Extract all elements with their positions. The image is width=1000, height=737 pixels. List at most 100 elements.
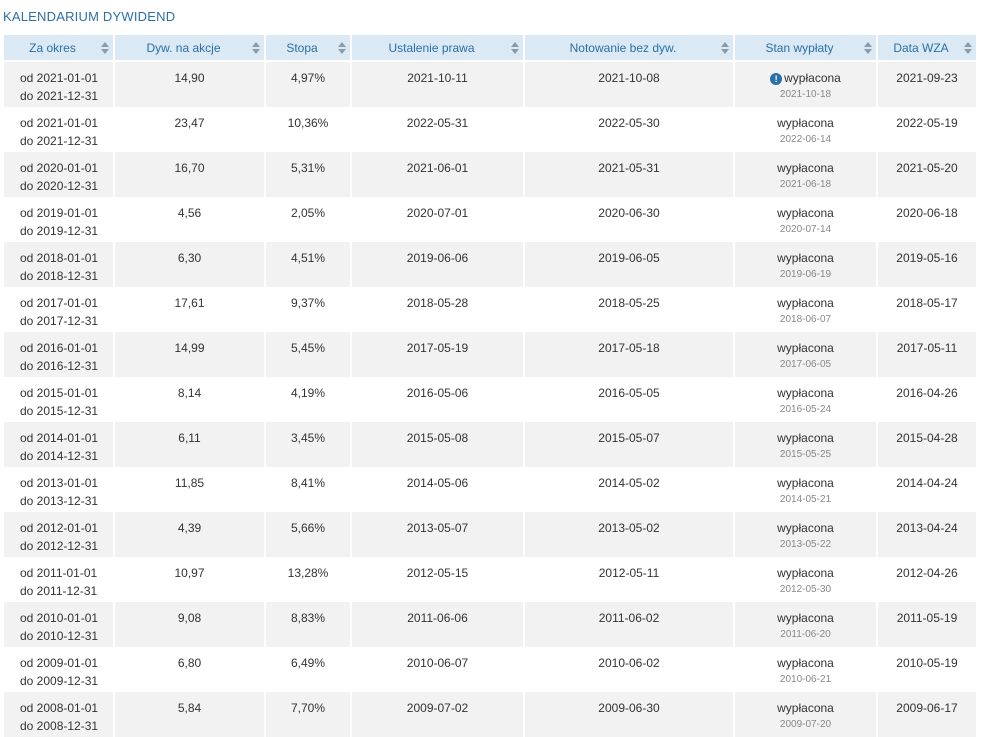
cell-record-date: 2022-05-31 bbox=[352, 107, 523, 152]
cell-period: od 2008-01-01 do 2008-12-31 bbox=[4, 692, 113, 737]
cell-status: wypłacona 2018-06-07 bbox=[735, 287, 876, 332]
cell-record-date: 2017-05-19 bbox=[352, 332, 523, 377]
cell-period: od 2021-01-01 do 2021-12-31 bbox=[4, 107, 113, 152]
cell-ex-date: 2018-05-25 bbox=[525, 287, 733, 332]
cell-status: wypłacona 2021-06-18 bbox=[735, 152, 876, 197]
status-label: wypłacona bbox=[777, 431, 834, 445]
cell-ex-date: 2013-05-02 bbox=[525, 512, 733, 557]
period-to: do 2009-12-31 bbox=[20, 674, 99, 688]
cell-record-date: 2021-06-01 bbox=[352, 152, 523, 197]
column-header-label: Dyw. na akcje bbox=[146, 40, 221, 55]
status-line: wypłacona bbox=[736, 564, 875, 581]
cell-agm-date: 2012-04-26 bbox=[878, 557, 976, 602]
status-line: ! wypłacona bbox=[736, 69, 875, 86]
cell-agm-date: 2016-04-26 bbox=[878, 377, 976, 422]
cell-status: wypłacona 2011-06-20 bbox=[735, 602, 876, 647]
sort-icon[interactable] bbox=[864, 42, 872, 54]
status-line: wypłacona bbox=[736, 294, 875, 311]
table-row: od 2013-01-01 do 2013-12-31 11,85 8,41% 2014… bbox=[4, 467, 976, 512]
cell-rate: 8,41% bbox=[266, 467, 350, 512]
sort-icon[interactable] bbox=[964, 42, 972, 54]
cell-period: od 2012-01-01 do 2012-12-31 bbox=[4, 512, 113, 557]
cell-ex-date: 2009-06-30 bbox=[525, 692, 733, 737]
column-header-status[interactable]: Stan wypłaty bbox=[735, 35, 876, 62]
sort-icon[interactable] bbox=[101, 42, 109, 54]
cell-record-date: 2013-05-07 bbox=[352, 512, 523, 557]
cell-status: wypłacona 2013-05-22 bbox=[735, 512, 876, 557]
column-header-dividend[interactable]: Dyw. na akcje bbox=[115, 35, 264, 62]
payment-date: 2019-06-19 bbox=[779, 269, 832, 280]
status-label: wypłacona bbox=[777, 701, 834, 715]
cell-dividend: 6,80 bbox=[115, 647, 264, 692]
period-to: do 2008-12-31 bbox=[20, 719, 99, 733]
status-label: wypłacona bbox=[777, 296, 834, 310]
status-label: wypłacona bbox=[777, 611, 834, 625]
column-header-record-date[interactable]: Ustalenie prawa bbox=[352, 35, 523, 62]
status-label: wypłacona bbox=[777, 656, 834, 670]
cell-ex-date: 2016-05-05 bbox=[525, 377, 733, 422]
cell-record-date: 2015-05-08 bbox=[352, 422, 523, 467]
payment-date: 2020-07-14 bbox=[779, 224, 832, 235]
status-label: wypłacona bbox=[777, 251, 834, 265]
status-line: wypłacona bbox=[736, 384, 875, 401]
column-header-label: Ustalenie prawa bbox=[388, 40, 475, 55]
table-row: od 2014-01-01 do 2014-12-31 6,11 3,45% 2015-… bbox=[4, 422, 976, 467]
sort-icon[interactable] bbox=[511, 42, 519, 54]
column-header-rate[interactable]: Stopa bbox=[266, 35, 350, 62]
status-line: wypłacona bbox=[736, 249, 875, 266]
cell-rate: 10,36% bbox=[266, 107, 350, 152]
cell-record-date: 2010-06-07 bbox=[352, 647, 523, 692]
dividend-calendar-table: Za okres Dyw. na akcje Stopa Ustalenie praw… bbox=[2, 35, 978, 737]
cell-agm-date: 2020-06-18 bbox=[878, 197, 976, 242]
column-header-label: Data WZA bbox=[893, 40, 949, 55]
cell-status: wypłacona 2014-05-21 bbox=[735, 467, 876, 512]
sort-icon[interactable] bbox=[252, 42, 260, 54]
cell-dividend: 17,61 bbox=[115, 287, 264, 332]
cell-agm-date: 2009-06-17 bbox=[878, 692, 976, 737]
cell-rate: 13,28% bbox=[266, 557, 350, 602]
cell-status: wypłacona 2016-05-24 bbox=[735, 377, 876, 422]
payment-date: 2017-06-05 bbox=[779, 359, 832, 370]
status-label: wypłacona bbox=[777, 206, 834, 220]
cell-dividend: 16,70 bbox=[115, 152, 264, 197]
cell-period: od 2018-01-01 do 2018-12-31 bbox=[4, 242, 113, 287]
cell-dividend: 14,90 bbox=[115, 62, 264, 107]
payment-date: 2014-05-21 bbox=[779, 494, 832, 505]
cell-rate: 2,05% bbox=[266, 197, 350, 242]
period-from: od 2014-01-01 bbox=[20, 431, 99, 445]
column-header-label: Stopa bbox=[286, 40, 318, 55]
sort-icon[interactable] bbox=[721, 42, 729, 54]
cell-rate: 4,97% bbox=[266, 62, 350, 107]
period-from: od 2009-01-01 bbox=[20, 656, 99, 670]
cell-period: od 2015-01-01 do 2015-12-31 bbox=[4, 377, 113, 422]
cell-period: od 2010-01-01 do 2010-12-31 bbox=[4, 602, 113, 647]
period-from: od 2018-01-01 bbox=[20, 251, 99, 265]
cell-agm-date: 2015-04-28 bbox=[878, 422, 976, 467]
period-to: do 2017-12-31 bbox=[20, 314, 99, 328]
cell-period: od 2021-01-01 do 2021-12-31 bbox=[4, 62, 113, 107]
cell-agm-date: 2021-09-23 bbox=[878, 62, 976, 107]
payment-date: 2015-05-25 bbox=[779, 449, 832, 460]
info-icon[interactable]: ! bbox=[770, 73, 783, 85]
sort-icon[interactable] bbox=[338, 42, 346, 54]
cell-agm-date: 2018-05-17 bbox=[878, 287, 976, 332]
cell-record-date: 2014-05-06 bbox=[352, 467, 523, 512]
status-line: wypłacona bbox=[736, 159, 875, 176]
page-title: KALENDARIUM DYWIDEND bbox=[3, 9, 176, 24]
cell-rate: 7,70% bbox=[266, 692, 350, 737]
cell-status: wypłacona 2019-06-19 bbox=[735, 242, 876, 287]
table-row: od 2009-01-01 do 2009-12-31 6,80 6,49% 2010-… bbox=[4, 647, 976, 692]
cell-rate: 3,45% bbox=[266, 422, 350, 467]
status-label: wypłacona bbox=[777, 161, 834, 175]
cell-dividend: 23,47 bbox=[115, 107, 264, 152]
status-line: wypłacona bbox=[736, 654, 875, 671]
cell-period: od 2019-01-01 do 2019-12-31 bbox=[4, 197, 113, 242]
cell-period: od 2009-01-01 do 2009-12-31 bbox=[4, 647, 113, 692]
table-row: od 2017-01-01 do 2017-12-31 17,61 9,37% 2018… bbox=[4, 287, 976, 332]
column-header-ex-date[interactable]: Notowanie bez dyw. bbox=[525, 35, 733, 62]
cell-rate: 9,37% bbox=[266, 287, 350, 332]
cell-ex-date: 2021-10-08 bbox=[525, 62, 733, 107]
column-header-agm[interactable]: Data WZA bbox=[878, 35, 976, 62]
cell-dividend: 11,85 bbox=[115, 467, 264, 512]
column-header-period[interactable]: Za okres bbox=[4, 35, 113, 62]
